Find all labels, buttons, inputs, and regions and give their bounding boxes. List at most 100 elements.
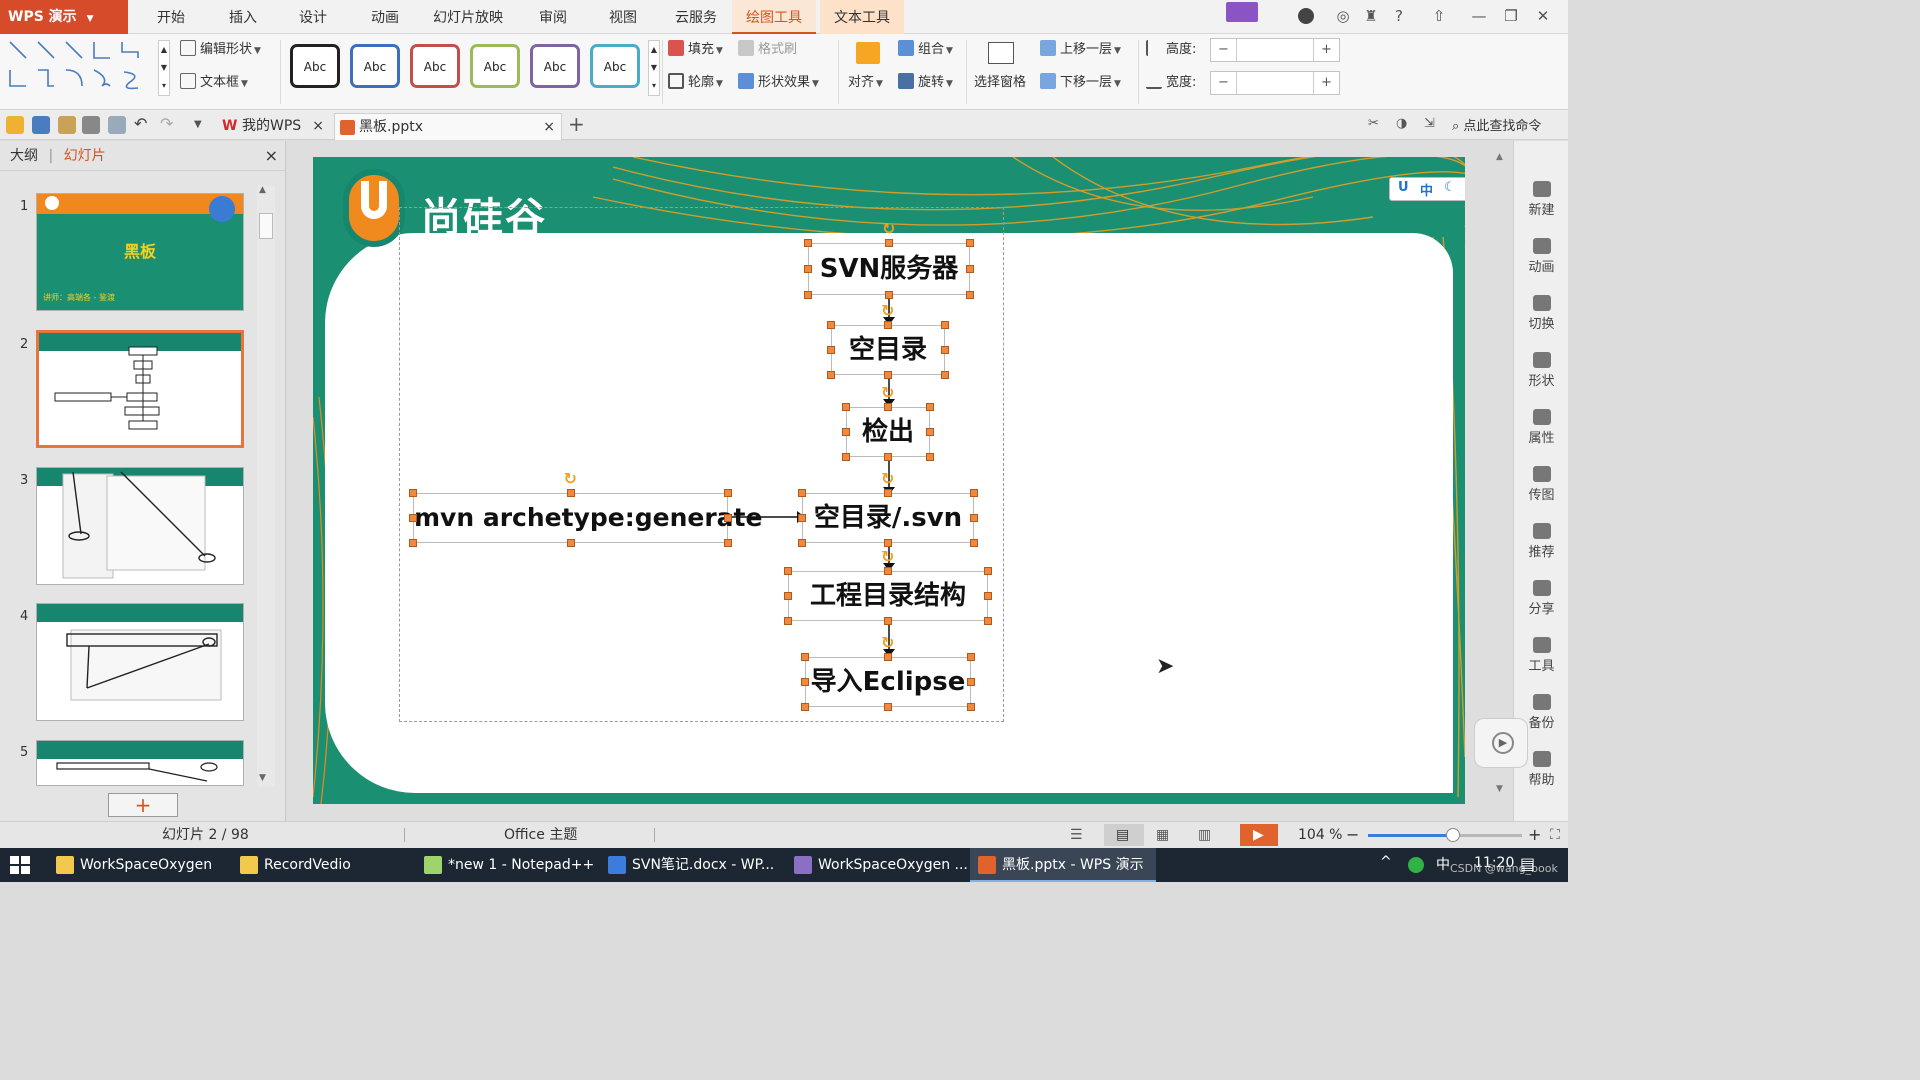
normal-view-button[interactable]: ▤ [1104, 824, 1144, 846]
outline-button[interactable]: 轮廓 ▼ [668, 71, 723, 95]
resize-handle[interactable] [409, 514, 417, 522]
restore-icon[interactable]: ❐ [1498, 4, 1524, 30]
resize-handle[interactable] [566, 539, 575, 547]
height-decrease-button[interactable]: − [1211, 39, 1237, 61]
zoom-in-icon[interactable]: + [1528, 822, 1541, 848]
zoom-slider-thumb[interactable] [1445, 828, 1460, 842]
taskbar-app-5[interactable]: WorkSpaceOxygen ... [786, 848, 968, 882]
scroll-up-icon[interactable]: ▲ [1496, 152, 1503, 162]
tray-chevron-icon[interactable]: ^ [1380, 854, 1392, 870]
windows-start-icon[interactable] [10, 856, 30, 874]
resize-handle[interactable] [884, 539, 892, 547]
upload-icon[interactable]: ⇧ [1426, 4, 1452, 30]
scroll-thumb[interactable] [259, 213, 273, 239]
resize-handle[interactable] [409, 539, 417, 547]
pin-icon[interactable]: ✂ [1368, 116, 1386, 134]
resize-handle[interactable] [966, 291, 974, 299]
resize-handle[interactable] [842, 428, 850, 436]
tab-review[interactable]: 审阅 [528, 0, 578, 34]
node-mvn-archetype[interactable]: mvn archetype:generate [413, 493, 762, 543]
tab-text-tools[interactable]: 文本工具 [820, 0, 904, 34]
video-play-overlay[interactable]: ▶ [1474, 718, 1528, 768]
resize-handle[interactable] [970, 539, 978, 547]
save-icon[interactable] [32, 116, 50, 134]
shape-effect-button[interactable]: 形状效果 ▼ [738, 71, 819, 95]
taskbar-app-1[interactable]: WorkSpaceOxygen [48, 848, 226, 882]
node-import-eclipse[interactable]: 导入Eclipse [805, 657, 971, 707]
text-box-button[interactable]: 文本框 ▼ [180, 71, 248, 95]
sidebar-new-button[interactable]: 新建 [1514, 181, 1568, 218]
slide-sorter-icon[interactable]: ▦ [1156, 822, 1169, 848]
shape-style-swatch-3[interactable]: Abc [410, 44, 460, 88]
resize-handle[interactable] [926, 428, 934, 436]
rotate-handle-icon[interactable]: ↻ [881, 383, 894, 402]
rotate-handle-icon[interactable]: ↻ [881, 469, 894, 488]
resize-handle[interactable] [926, 453, 934, 461]
resize-handle[interactable] [967, 653, 975, 661]
command-search[interactable]: ⌕ 点此查找命令 [1452, 115, 1541, 134]
align-button[interactable]: 对齐 ▼ [848, 71, 883, 95]
redo-icon[interactable]: ↷ [160, 116, 178, 134]
rotate-button[interactable]: 旋转 ▼ [898, 71, 953, 95]
resize-handle[interactable] [724, 489, 732, 497]
resize-handle[interactable] [884, 703, 892, 711]
sidebar-animation-button[interactable]: 动画 [1514, 238, 1568, 275]
resize-handle[interactable] [801, 678, 809, 686]
resize-handle[interactable] [984, 617, 992, 625]
style-gallery-scroll[interactable]: ▲ ▼ ▾ [648, 40, 660, 96]
tab-view[interactable]: 视图 [598, 0, 648, 34]
rotate-handle-icon[interactable]: ↻ [881, 301, 894, 320]
node-project-structure[interactable]: 工程目录结构 [788, 571, 988, 621]
resize-handle[interactable] [804, 265, 812, 273]
slides-tab[interactable]: 幻灯片 [64, 148, 106, 164]
tag-icon[interactable]: ◑ [1396, 116, 1414, 134]
tab-insert[interactable]: 插入 [218, 0, 268, 34]
send-backward-button[interactable]: 下移一层 ▼ [1040, 71, 1121, 95]
sidebar-transition-button[interactable]: 切换 [1514, 295, 1568, 332]
resize-handle[interactable] [941, 346, 949, 354]
resize-handle[interactable] [566, 489, 575, 497]
undo-icon[interactable]: ↶ [134, 116, 152, 134]
resize-handle[interactable] [984, 592, 992, 600]
slide-thumbnail-1[interactable]: 黑板 讲师：高端各 - 鉴渡 [36, 193, 244, 311]
help-icon[interactable]: ? [1386, 4, 1412, 30]
sidebar-properties-button[interactable]: 属性 [1514, 409, 1568, 446]
notification-icon[interactable]: ▤ [1520, 854, 1535, 873]
group-button[interactable]: 组合 ▼ [898, 38, 953, 62]
resize-handle[interactable] [884, 403, 892, 411]
ime-toolbar[interactable]: U 中 ☾ °, ⌨ ● ✎ [1389, 177, 1465, 201]
resize-handle[interactable] [967, 703, 975, 711]
slideshow-button[interactable]: ▶ [1240, 824, 1278, 846]
close-icon[interactable]: ✕ [1530, 4, 1556, 30]
resize-handle[interactable] [984, 567, 992, 575]
shape-style-swatch-4[interactable]: Abc [470, 44, 520, 88]
resize-handle[interactable] [724, 514, 732, 522]
resize-handle[interactable] [798, 514, 806, 522]
close-tab-icon[interactable]: × [312, 113, 324, 139]
scroll-up-icon[interactable]: ▲ [259, 185, 266, 195]
export-pdf-icon[interactable] [58, 116, 76, 134]
zoom-slider[interactable] [1368, 828, 1522, 842]
taskbar-app-4[interactable]: SVN笔记.docx - WP... [600, 848, 780, 882]
sidebar-tools-button[interactable]: 工具 [1514, 637, 1568, 674]
open-icon[interactable] [6, 116, 24, 134]
moon-icon[interactable]: ☾ [1444, 180, 1456, 195]
print-icon[interactable] [82, 116, 100, 134]
resize-handle[interactable] [804, 291, 812, 299]
print-preview-icon[interactable] [108, 116, 126, 134]
shape-style-swatch-1[interactable]: Abc [290, 44, 340, 88]
tab-design[interactable]: 设计 [288, 0, 338, 34]
scroll-down-icon[interactable]: ▼ [259, 773, 266, 783]
selection-pane-button[interactable]: 选择窗格 [974, 71, 1026, 95]
reading-view-icon[interactable]: ▥ [1198, 822, 1211, 848]
customize-dropdown-icon[interactable]: ▼ [194, 116, 212, 134]
resize-handle[interactable] [884, 567, 892, 575]
fill-button[interactable]: 填充 ▼ [668, 38, 723, 62]
node-checkout[interactable]: 检出 [846, 407, 930, 457]
resize-handle[interactable] [409, 489, 417, 497]
resize-handle[interactable] [801, 703, 809, 711]
bring-forward-button[interactable]: 上移一层 ▼ [1040, 38, 1121, 62]
resize-handle[interactable] [926, 403, 934, 411]
notes-view-icon[interactable]: ☰ [1070, 822, 1083, 848]
resize-handle[interactable] [966, 239, 974, 247]
